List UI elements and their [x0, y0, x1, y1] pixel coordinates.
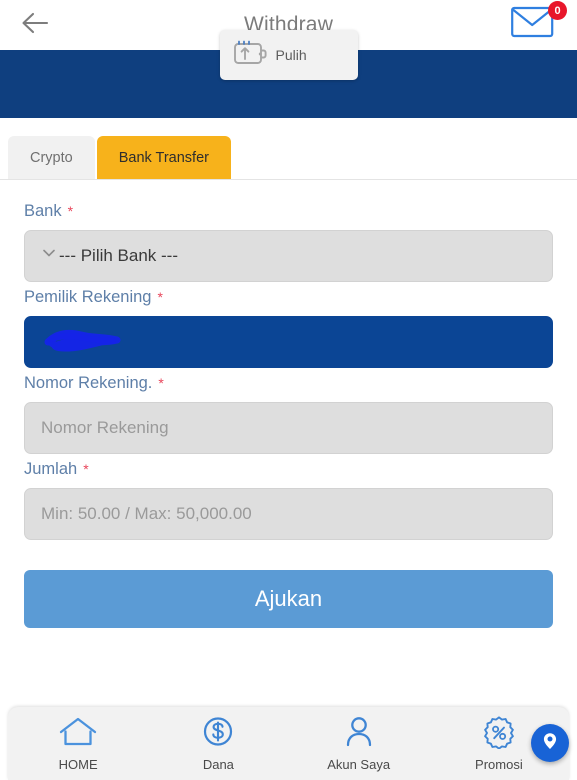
person-icon	[341, 715, 377, 754]
submit-section: Ajukan	[0, 546, 577, 628]
messages-button[interactable]: 0	[511, 1, 567, 46]
bank-select-value: --- Pilih Bank ---	[59, 246, 179, 265]
nav-item-home[interactable]: HOME	[8, 715, 148, 772]
nav-item-home-label: HOME	[58, 757, 98, 772]
home-icon	[56, 715, 100, 754]
nav-item-akun-saya-label: Akun Saya	[327, 757, 391, 772]
chat-pin-icon	[538, 729, 562, 758]
field-bank: Bank * --- Pilih Bank ---	[24, 202, 553, 282]
arrow-left-icon	[20, 10, 50, 41]
tab-crypto[interactable]: Crypto	[8, 136, 95, 180]
mail-badge-count: 0	[548, 1, 567, 20]
account-number-input[interactable]: Nomor Rekening	[24, 402, 553, 454]
tab-bank-transfer-label: Bank Transfer	[118, 150, 209, 166]
field-jumlah-required: *	[83, 461, 89, 477]
account-holder-input[interactable]	[24, 316, 553, 368]
nav-item-promosi-label: Promosi	[475, 757, 523, 772]
tab-bank-transfer[interactable]: Bank Transfer	[96, 136, 231, 180]
field-pemilik-rekening: Pemilik Rekening *	[24, 288, 553, 368]
blue-banner: Pulih	[0, 30, 577, 118]
percent-badge-icon	[481, 715, 517, 754]
bank-select[interactable]: --- Pilih Bank ---	[24, 230, 553, 282]
field-nomor-rekening-label-text: Nomor Rekening.	[24, 374, 153, 392]
bottom-navigation: HOME Dana Akun Saya Promosi	[8, 707, 569, 780]
pulih-card[interactable]: Pulih	[219, 30, 358, 80]
live-chat-fab[interactable]	[531, 724, 569, 762]
field-pemilik-rekening-label-text: Pemilik Rekening	[24, 288, 152, 306]
nav-item-dana[interactable]: Dana	[148, 715, 288, 772]
field-bank-label-text: Bank	[24, 202, 62, 220]
field-bank-required: *	[67, 203, 74, 219]
envelope-icon	[511, 6, 557, 42]
nav-item-akun-saya[interactable]: Akun Saya	[289, 715, 429, 772]
amount-placeholder: Min: 50.00 / Max: 50,000.00	[41, 504, 252, 523]
nav-item-dana-label: Dana	[202, 757, 234, 772]
withdraw-form: Bank * --- Pilih Bank --- Pemilik Rekeni…	[0, 180, 577, 540]
tab-bar-divider	[0, 179, 577, 180]
tab-crypto-label: Crypto	[30, 150, 73, 166]
field-nomor-rekening-label: Nomor Rekening. *	[24, 374, 553, 393]
redaction-scribble	[43, 326, 139, 352]
account-number-placeholder: Nomor Rekening	[41, 418, 169, 437]
tab-bar: Crypto Bank Transfer	[0, 118, 577, 180]
field-pemilik-rekening-required: *	[157, 289, 163, 305]
field-bank-label: Bank *	[24, 202, 553, 221]
dollar-circle-icon	[199, 715, 237, 754]
pulih-label: Pulih	[275, 47, 307, 63]
field-jumlah: Jumlah * Min: 50.00 / Max: 50,000.00	[24, 460, 553, 540]
chevron-down-icon	[41, 247, 57, 259]
field-jumlah-label-text: Jumlah	[24, 460, 78, 478]
amount-input[interactable]: Min: 50.00 / Max: 50,000.00	[24, 488, 553, 540]
app-root: Withdraw 0 Pulih Crypto Bank Transfer Ba…	[0, 0, 577, 780]
submit-button[interactable]: Ajukan	[24, 570, 553, 628]
back-button[interactable]	[14, 5, 56, 45]
wallet-up-arrow-icon	[232, 37, 268, 74]
field-nomor-rekening-required: *	[158, 375, 164, 391]
field-nomor-rekening: Nomor Rekening. * Nomor Rekening	[24, 374, 553, 454]
field-pemilik-rekening-label: Pemilik Rekening *	[24, 288, 553, 307]
field-jumlah-label: Jumlah *	[24, 460, 553, 479]
